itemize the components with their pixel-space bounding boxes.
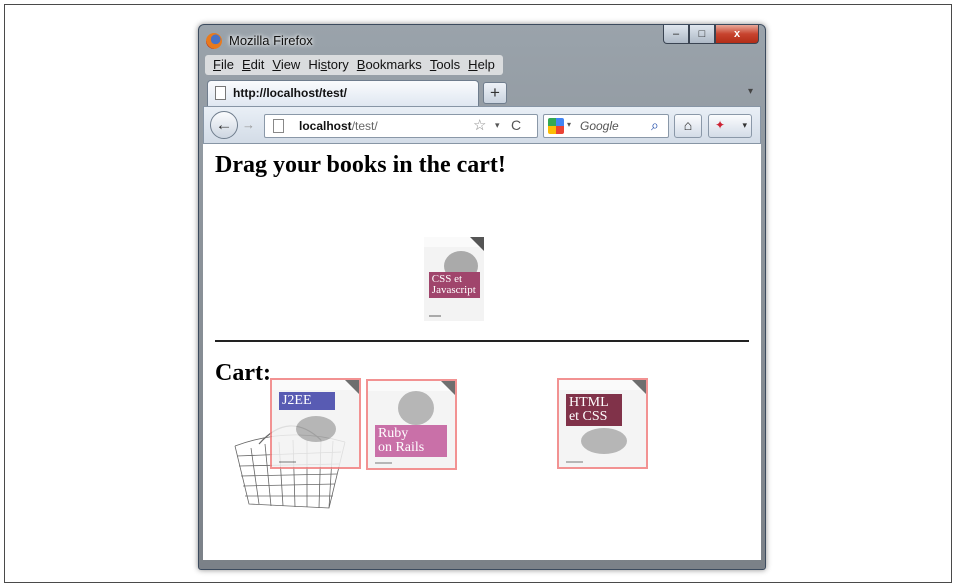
menu-edit[interactable]: Edit	[238, 55, 268, 75]
tab-strip: http://localhost/test/ + ▾	[199, 78, 765, 106]
url-host: localhost	[299, 119, 352, 133]
addon-button[interactable]: ✦ ▾	[708, 114, 752, 138]
book-j2ee[interactable]: J2EE	[270, 378, 361, 469]
book-css-javascript[interactable]: CSS et Javascript	[424, 237, 484, 321]
menu-bookmarks[interactable]: Bookmarks	[353, 55, 426, 75]
search-engine-dropdown-icon[interactable]: ▾	[567, 120, 571, 129]
publisher-corner	[345, 380, 359, 394]
book-html-css[interactable]: HTML et CSS	[557, 378, 648, 469]
cart-heading: Cart:	[215, 360, 271, 386]
bookmark-star-icon[interactable]: ☆	[473, 116, 486, 134]
url-history-dropdown-icon[interactable]: ▾	[495, 120, 500, 131]
book-title-line2: Javascript	[431, 284, 476, 296]
window-title: Mozilla Firefox	[229, 33, 313, 48]
cover-animal-image	[581, 428, 627, 454]
book-title-line1: HTML	[568, 395, 609, 410]
navigation-toolbar: ← → localhost/test/ ☆ ▾ C ▾ Google ⌕ ⌂ ✦…	[203, 106, 761, 144]
book-ruby-on-rails[interactable]: Ruby on Rails	[366, 379, 457, 470]
reload-icon[interactable]: C	[511, 117, 521, 133]
browser-window: Mozilla Firefox – □ x File Edit View His…	[198, 24, 766, 570]
publisher-corner	[470, 237, 484, 251]
tab-localhost[interactable]: http://localhost/test/	[207, 80, 479, 106]
minimize-button[interactable]: –	[663, 25, 689, 44]
publisher-corner	[441, 381, 455, 395]
cover-animal-image	[398, 391, 434, 425]
search-input[interactable]: Google	[580, 119, 619, 133]
cover-footer	[428, 315, 441, 317]
menu-view[interactable]: View	[268, 55, 304, 75]
cover-animal-image	[296, 416, 336, 442]
menu-help[interactable]: Help	[464, 55, 499, 75]
page-heading: Drag your books in the cart!	[215, 152, 506, 178]
search-bar[interactable]: ▾ Google ⌕	[543, 114, 669, 138]
title-bar: Mozilla Firefox – □ x	[199, 25, 765, 57]
google-logo-icon[interactable]	[548, 118, 564, 134]
url-path: /test/	[351, 119, 378, 133]
tab-label: http://localhost/test/	[233, 86, 347, 100]
page-icon	[215, 86, 226, 100]
page-content: Drag your books in the cart! CSS et Java…	[203, 144, 761, 560]
menu-history[interactable]: History	[304, 55, 352, 75]
book-title-line2: et CSS	[568, 409, 608, 424]
book-title-line1: J2EE	[281, 393, 312, 408]
book-title-band: HTML et CSS	[565, 394, 623, 426]
cover-footer	[278, 461, 297, 463]
search-icon[interactable]: ⌕	[651, 117, 659, 134]
divider	[215, 340, 749, 342]
chevron-down-icon[interactable]: ▾	[742, 115, 747, 136]
cover-footer	[565, 461, 584, 463]
home-button[interactable]: ⌂	[674, 114, 702, 138]
maximize-button[interactable]: □	[689, 25, 715, 44]
menu-file[interactable]: File	[209, 55, 238, 75]
menu-tools[interactable]: Tools	[426, 55, 464, 75]
page-icon	[273, 119, 284, 133]
forward-button[interactable]: →	[242, 117, 255, 132]
menu-bar: File Edit View History Bookmarks Tools H…	[205, 55, 503, 75]
book-title-band: Ruby on Rails	[374, 425, 448, 457]
book-title-band: J2EE	[278, 392, 336, 410]
book-title-line1: Ruby	[377, 426, 409, 441]
back-button[interactable]: ←	[210, 111, 238, 139]
url-text: localhost/test/	[299, 119, 378, 133]
cover-footer	[374, 462, 393, 464]
firefox-logo-icon	[206, 33, 222, 49]
url-bar[interactable]: localhost/test/ ☆ ▾ C	[264, 114, 538, 138]
book-title-band: CSS et Javascript	[428, 272, 481, 298]
new-tab-button[interactable]: +	[483, 82, 507, 104]
publisher-corner	[632, 380, 646, 394]
close-button[interactable]: x	[715, 25, 759, 44]
book-title-line2: on Rails	[377, 440, 425, 455]
tab-list-icon[interactable]: ▾	[748, 86, 753, 97]
window-controls: – □ x	[663, 25, 759, 45]
